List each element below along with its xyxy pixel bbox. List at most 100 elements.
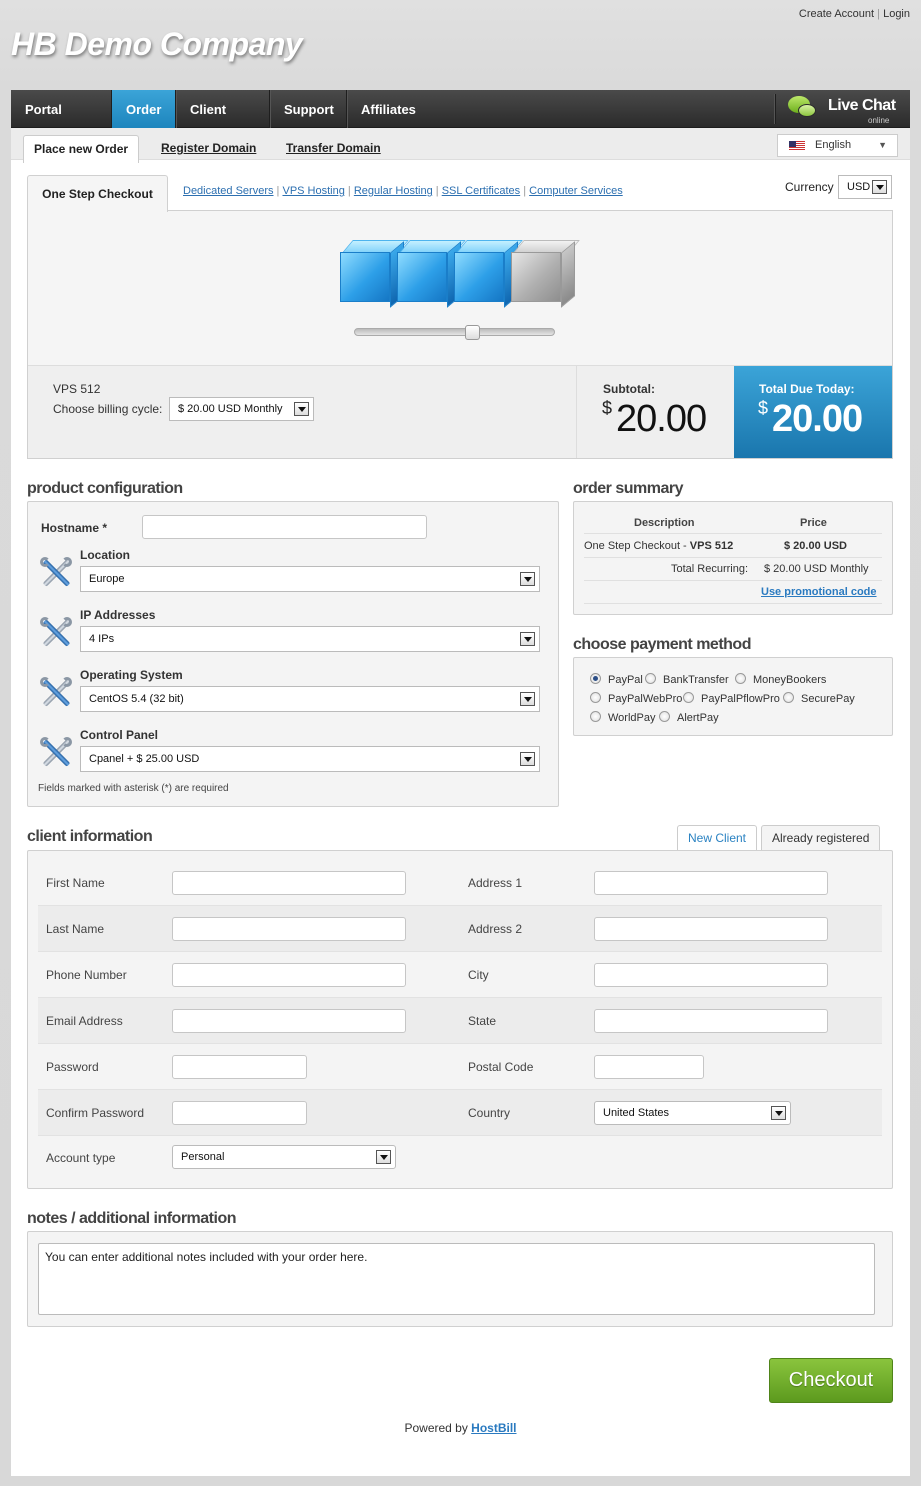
tools-icon [40, 677, 72, 708]
company-logo[interactable]: HB Demo Company [11, 26, 303, 63]
address2-input[interactable] [594, 917, 828, 941]
billing-cycle-select[interactable]: $ 20.00 USD Monthly [169, 397, 314, 421]
summary-item-price: $ 20.00 USD [784, 540, 847, 552]
email-address-input[interactable] [172, 1009, 406, 1033]
nav-order[interactable]: Order [112, 90, 176, 128]
ip-addresses-select[interactable]: 4 IPs [80, 626, 540, 652]
alertpay-radio[interactable] [659, 711, 670, 722]
last-name-label: Last Name [46, 922, 105, 936]
plan-slider-handle[interactable] [465, 325, 480, 340]
language-select[interactable]: English ▼ [777, 134, 898, 157]
city-input[interactable] [594, 963, 828, 987]
first-name-input[interactable] [172, 871, 406, 895]
chevron-down-icon: ▼ [878, 140, 887, 150]
checkout-button[interactable]: Checkout [769, 1358, 893, 1403]
nav-support[interactable]: Support [270, 90, 347, 128]
slider-cube-4[interactable] [511, 238, 580, 308]
category-dedicated-servers[interactable]: Dedicated Servers [183, 185, 274, 197]
country-value: United States [603, 1107, 670, 1119]
form-row [38, 1044, 882, 1090]
paypalpflowpro-label: PayPalPflowPro [701, 693, 780, 705]
product-configuration-heading: product configuration [27, 480, 183, 497]
account-type-value: Personal [181, 1151, 225, 1163]
operating-system-select[interactable]: CentOS 5.4 (32 bit) [80, 686, 540, 712]
total-due-label: Total Due Today: [759, 382, 855, 396]
currency-symbol: $ [758, 398, 769, 418]
address2-label: Address 2 [468, 922, 523, 936]
hostbill-link[interactable]: HostBill [471, 1421, 516, 1435]
banktransfer-radio[interactable] [645, 673, 656, 684]
top-links: Create Account | Login [799, 8, 910, 20]
us-flag-icon [789, 141, 805, 151]
country-select[interactable]: United States [594, 1101, 791, 1125]
slider-cube-1[interactable] [340, 238, 409, 308]
create-account-link[interactable]: Create Account [799, 8, 874, 20]
sub-tabs: Place new Order Register Domain Transfer… [11, 128, 910, 163]
paypal-label: PayPal [608, 674, 643, 686]
plan-slider-track[interactable] [354, 328, 555, 336]
nav-affiliates[interactable]: Affiliates [347, 90, 427, 128]
confirm-password-input[interactable] [172, 1101, 307, 1125]
securepay-radio[interactable] [783, 692, 794, 703]
operating-system-value: CentOS 5.4 (32 bit) [89, 693, 184, 705]
paypalwebpro-label: PayPalWebPro [608, 693, 683, 705]
payment-method-heading: choose payment method [573, 636, 751, 653]
password-input[interactable] [172, 1055, 307, 1079]
summary-item-name: VPS 512 [689, 540, 734, 552]
account-type-select[interactable]: Personal [172, 1145, 396, 1169]
last-name-input[interactable] [172, 917, 406, 941]
tab-one-step-checkout[interactable]: One Step Checkout [27, 175, 168, 212]
live-chat-label: Live Chat [828, 97, 896, 114]
category-ssl-certificates[interactable]: SSL Certificates [442, 185, 520, 197]
paypalpflowpro-radio[interactable] [683, 692, 694, 703]
alertpay-label: AlertPay [677, 712, 719, 724]
dropdown-arrow-icon [520, 572, 535, 586]
total-recurring-label: Total Recurring: [671, 563, 749, 575]
postal-code-input[interactable] [594, 1055, 704, 1079]
tab-place-new-order[interactable]: Place new Order [23, 135, 140, 163]
address1-input[interactable] [594, 871, 828, 895]
location-select[interactable]: Europe [80, 566, 540, 592]
currency-label: Currency [785, 180, 834, 194]
paypalwebpro-radio[interactable] [590, 692, 601, 703]
hostname-input[interactable] [142, 515, 427, 539]
worldpay-radio[interactable] [590, 711, 601, 722]
summary-item-desc: One Step Checkout - [584, 540, 690, 552]
city-label: City [468, 968, 489, 982]
moneybookers-radio[interactable] [735, 673, 746, 684]
nav-client-area[interactable]: Client Area [176, 90, 270, 157]
total-due-box: Total Due Today: $ 20.00 [734, 366, 892, 458]
product-name: VPS 512 [53, 382, 101, 396]
tab-already-registered[interactable]: Already registered [761, 825, 881, 850]
category-computer-services[interactable]: Computer Services [529, 185, 623, 197]
category-links: Dedicated Servers | VPS Hosting | Regula… [183, 185, 623, 197]
state-input[interactable] [594, 1009, 828, 1033]
nav-portal-home[interactable]: Portal Home [11, 90, 112, 157]
control-panel-value: Cpanel + $ 25.00 USD [89, 753, 200, 765]
slider-cube-2[interactable] [397, 238, 466, 308]
summary-item: One Step Checkout - VPS 512 [584, 540, 733, 552]
tab-new-client[interactable]: New Client [677, 825, 758, 851]
category-vps-hosting[interactable]: VPS Hosting [282, 185, 344, 197]
login-link[interactable]: Login [883, 8, 910, 20]
paypal-radio[interactable] [590, 673, 601, 684]
slider-cube-3[interactable] [454, 238, 523, 308]
phone-number-input[interactable] [172, 963, 406, 987]
control-panel-label: Control Panel [80, 728, 159, 742]
tab-register-domain[interactable]: Register Domain [161, 141, 256, 155]
confirm-password-label: Confirm Password [46, 1106, 145, 1120]
securepay-label: SecurePay [801, 693, 855, 705]
tools-icon [40, 617, 72, 648]
live-chat-button[interactable]: Live Chat online [775, 94, 896, 125]
tab-transfer-domain[interactable]: Transfer Domain [286, 141, 381, 155]
required-fields-note: Fields marked with asterisk (*) are requ… [38, 783, 229, 794]
total-recurring-value: $ 20.00 USD Monthly [764, 563, 869, 575]
billing-cycle-value: $ 20.00 USD Monthly [178, 403, 283, 415]
main-nav: Portal Home Order Client Area Support Af… [11, 90, 910, 157]
currency-select[interactable]: USD [838, 175, 892, 199]
category-regular-hosting[interactable]: Regular Hosting [354, 185, 433, 197]
notes-textarea[interactable]: You can enter additional notes included … [38, 1243, 875, 1315]
chat-bubble-small-icon [798, 104, 816, 117]
promo-code-link[interactable]: Use promotional code [761, 586, 877, 598]
control-panel-select[interactable]: Cpanel + $ 25.00 USD [80, 746, 540, 772]
